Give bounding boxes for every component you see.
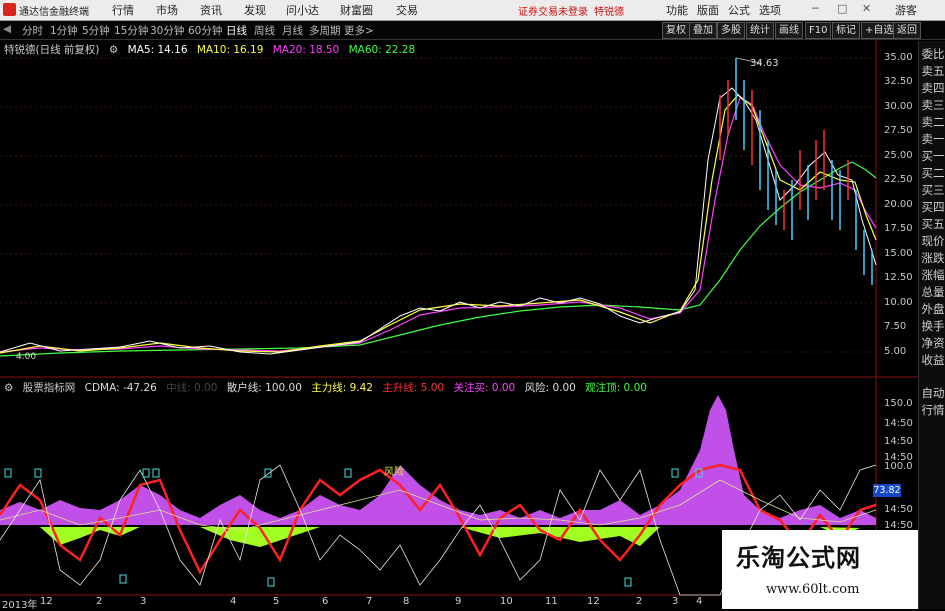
period-5min[interactable]: 5分钟 [82, 23, 110, 38]
menu-zixun[interactable]: 资讯 [200, 2, 222, 18]
back-arrow-icon[interactable]: ◀ [3, 23, 11, 35]
menu-jiaoyi[interactable]: 交易 [396, 2, 418, 18]
sidebar-quote[interactable]: 行情 [920, 402, 945, 418]
tool-f10[interactable]: F10 [805, 22, 832, 39]
low-price-label: 4.00 [16, 352, 37, 362]
menu-shichang[interactable]: 市场 [156, 2, 178, 18]
sidebar-netasset[interactable]: 净资 [920, 335, 945, 351]
sidebar-buy4[interactable]: 买四 [920, 199, 945, 215]
shizhu-label: 观注顶: 0.00 [585, 382, 647, 394]
x1-label: 中线: 0.00 [166, 382, 218, 394]
period-weekly[interactable]: 周线 [254, 23, 275, 38]
period-more[interactable]: 更多> [344, 23, 374, 38]
sidebar-sell1[interactable]: 卖一 [920, 131, 945, 147]
guest-button[interactable]: 游客 [895, 2, 917, 18]
app-title: 通达信金融终端 [19, 7, 89, 18]
high-price-label: 34.63 [750, 58, 779, 69]
risk-marker: 风险 [384, 467, 404, 478]
menu-hangqing[interactable]: 行情 [112, 2, 134, 18]
sidebar-buy5[interactable]: 买五 [920, 216, 945, 232]
sidebar-sell3[interactable]: 卖三 [920, 97, 945, 113]
menu-faxian[interactable]: 发现 [244, 2, 266, 18]
ma60-line [0, 161, 877, 357]
guanzhu-label: 关注买: 0.00 [453, 382, 516, 394]
ma5-label: MA5: 14.16 [127, 44, 188, 56]
sidebar-weibi[interactable]: 委比 [920, 46, 945, 62]
tool-fanhui[interactable]: 返回 [893, 22, 921, 39]
gear-icon[interactable]: ⚙ [109, 44, 118, 56]
app-logo-icon [3, 3, 16, 16]
watermark-box: 乐淘公式网 www.60lt.com [722, 530, 918, 609]
sidebar-volume[interactable]: 总量 [920, 284, 945, 300]
tool-biaoji[interactable]: 标记 [832, 22, 860, 39]
sidebar-sell5[interactable]: 卖五 [920, 63, 945, 79]
watermark-title: 乐淘公式网 [736, 544, 861, 572]
period-30min[interactable]: 30分钟 [150, 23, 184, 38]
tool-tongji[interactable]: 统计 [746, 22, 774, 39]
period-fenshi[interactable]: 分时 [22, 23, 43, 38]
sidebar-buy3[interactable]: 买三 [920, 182, 945, 198]
watermark-url: www.60lt.com [766, 582, 860, 597]
fengxian-label: 风险: 0.00 [524, 382, 576, 394]
indicator-bars [0, 395, 876, 547]
sub-legend: ⚙ 股票指标网 CDMA: -47.26 中线: 0.00 散户线: 100.0… [4, 380, 653, 395]
tool-duogu[interactable]: 多股 [717, 22, 745, 39]
sidebar-sell4[interactable]: 卖四 [920, 80, 945, 96]
sanhu-label: 散户线: 100.00 [226, 382, 302, 394]
indicator-name[interactable]: 股票指标网 [23, 382, 76, 394]
candles [719, 58, 873, 285]
sidebar-buy1[interactable]: 买一 [920, 148, 945, 164]
period-toolbar: ◀ 分时 1分钟 5分钟 15分钟 30分钟 60分钟 日线 周线 月线 多周期… [0, 21, 945, 40]
sidebar-pct[interactable]: 涨幅 [920, 267, 945, 283]
period-multi[interactable]: 多周期 [309, 23, 341, 38]
minimize-button[interactable]: ─ [812, 2, 819, 15]
ma60-label: MA60: 22.28 [348, 44, 416, 56]
sidebar-price[interactable]: 现价 [920, 233, 945, 249]
gear-icon[interactable]: ⚙ [4, 382, 13, 394]
quote-sidebar: 委比 卖五 卖四 卖三 卖二 卖一 买一 买二 买三 买四 买五 现价 涨跌 涨… [918, 41, 945, 609]
current-value-box: 73.82 [873, 484, 901, 497]
ma20-label: MA20: 18.50 [272, 44, 340, 56]
tool-huaxian[interactable]: 画线 [775, 22, 803, 39]
menu-caifuquan[interactable]: 财富圈 [340, 2, 373, 18]
sidebar-sell2[interactable]: 卖二 [920, 114, 945, 130]
sidebar-auto[interactable]: 自动 [920, 385, 945, 401]
cdma-label: CDMA: -47.26 [84, 382, 157, 394]
menu-gongneng[interactable]: 功能 [666, 2, 688, 18]
period-daily[interactable]: 日线 [226, 23, 247, 38]
title-bar: 通达信金融终端 行情 市场 资讯 发现 问小达 财富圈 交易 证券交易未登录 特… [0, 0, 945, 21]
sidebar-change[interactable]: 涨跌 [920, 250, 945, 266]
sidebar-turnover[interactable]: 换手 [920, 318, 945, 334]
tool-diejia[interactable]: 叠加 [689, 22, 717, 39]
period-15min[interactable]: 15分钟 [114, 23, 148, 38]
tool-zixuan[interactable]: +自选 [861, 22, 898, 39]
ma10-label: MA10: 16.19 [196, 44, 264, 56]
stock-title: 特锐德(日线 前复权) [4, 44, 100, 56]
login-warning[interactable]: 证券交易未登录 [518, 3, 588, 18]
kline-chart[interactable] [0, 40, 918, 609]
main-legend: 特锐德(日线 前复权) ⚙ MA5: 14.16 MA10: 16.19 MA2… [4, 42, 421, 57]
menu-banmian[interactable]: 版面 [697, 2, 719, 18]
zhuli-label: 主力线: 9.42 [311, 382, 373, 394]
sidebar-buy2[interactable]: 买二 [920, 165, 945, 181]
menu-gongshi[interactable]: 公式 [728, 2, 750, 18]
menu-xuanxiang[interactable]: 选项 [759, 2, 781, 18]
maximize-button[interactable]: □ [837, 2, 847, 15]
menu-wenxiaoda[interactable]: 问小达 [286, 2, 319, 18]
close-button[interactable]: ✕ [862, 2, 871, 15]
zhuyi-label: 主升线: 5.00 [382, 382, 445, 394]
sidebar-earning[interactable]: 收益 [920, 352, 945, 368]
sidebar-outer[interactable]: 外盘 [920, 301, 945, 317]
period-1min[interactable]: 1分钟 [50, 23, 78, 38]
tool-fuquan[interactable]: 复权 [662, 22, 690, 39]
period-60min[interactable]: 60分钟 [188, 23, 222, 38]
period-monthly[interactable]: 月线 [282, 23, 303, 38]
stock-name-top: 特锐德 [594, 7, 624, 18]
